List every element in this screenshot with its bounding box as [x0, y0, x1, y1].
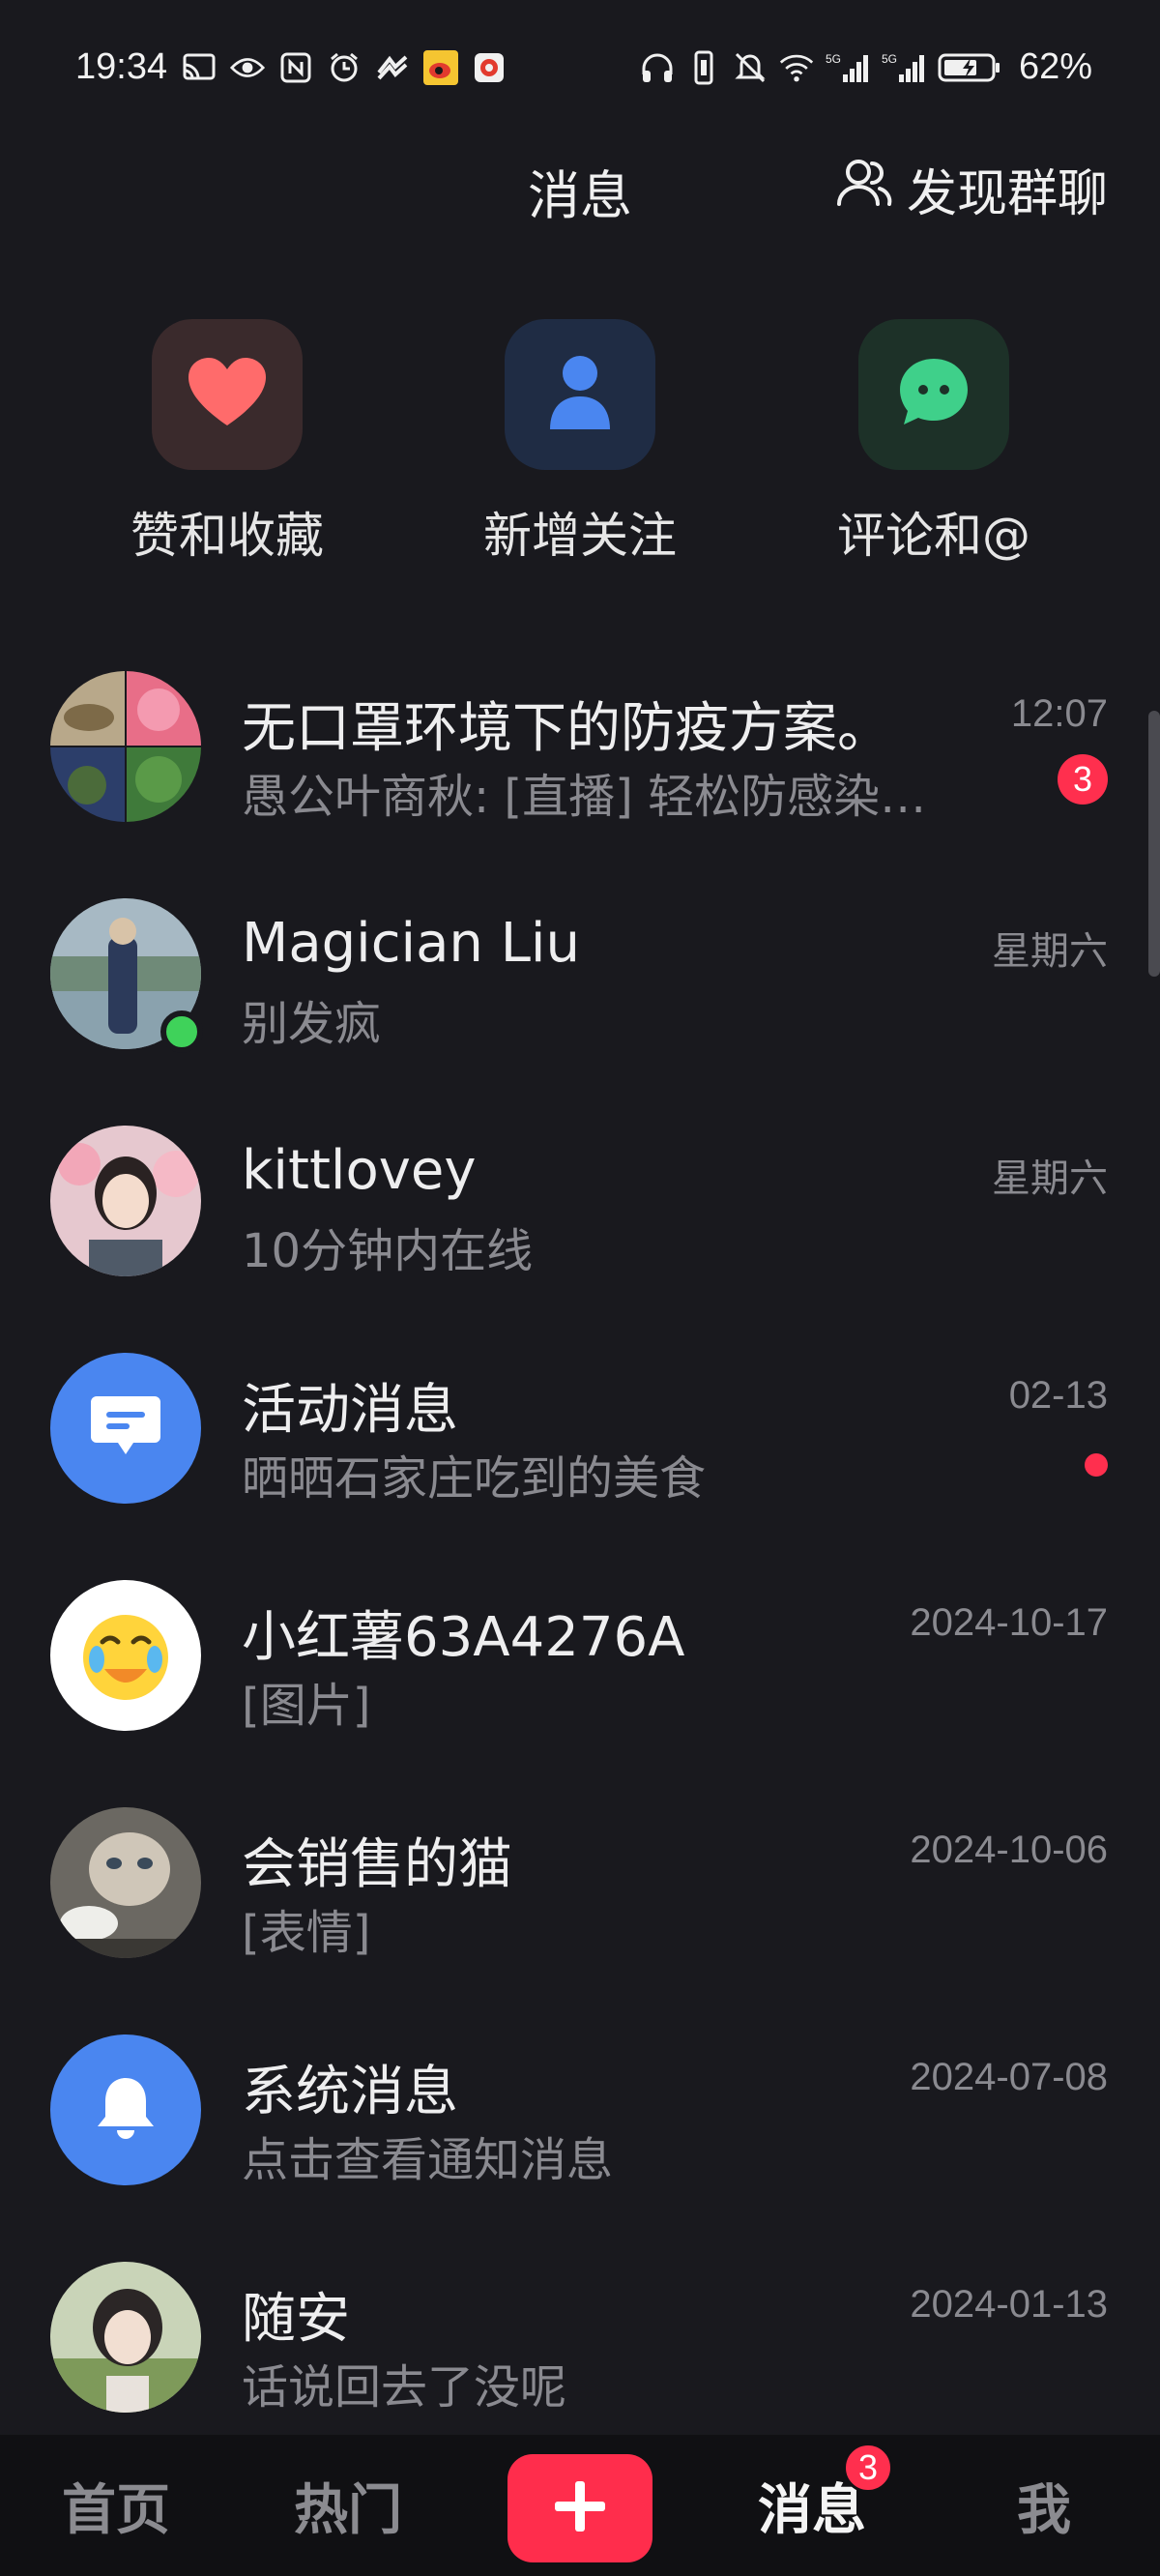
users-icon: [835, 158, 893, 220]
tab-hot[interactable]: 热门: [271, 2435, 425, 2576]
wifi-icon: [779, 50, 814, 85]
conversation-time: 2024-07-08: [910, 2056, 1108, 2098]
conversation-time: 2024-01-13: [910, 2283, 1108, 2326]
tab-me[interactable]: 我: [967, 2435, 1121, 2576]
group-avatar: [50, 671, 201, 822]
likes-favorites-label: 赞和收藏: [130, 508, 324, 564]
conversation-name: 系统消息: [242, 2061, 458, 2123]
conversation-preview: 愚公叶商秋: [直播] 轻松防感染…: [242, 770, 927, 824]
conversation-time: 星期六: [992, 1157, 1108, 1200]
user-avatar: [50, 1807, 201, 1958]
user-avatar: [50, 1126, 201, 1276]
app-icon: [472, 50, 507, 85]
conversation-row[interactable]: 随安 话说回去了没呢 2024-01-13: [0, 2240, 1160, 2468]
weibo-icon: [423, 50, 458, 85]
conversation-preview: 晒晒石家庄吃到的美食: [242, 1451, 707, 1506]
conversation-name: 无口罩环境下的防疫方案。: [242, 697, 891, 760]
conversation-time: 02-13: [1008, 1374, 1108, 1417]
scrollbar[interactable]: [1148, 711, 1160, 977]
followers-tile: [505, 319, 655, 470]
status-right-icons: 5G 5G 62%: [640, 46, 1092, 88]
headphones-icon: [640, 50, 675, 85]
user-avatar: [50, 1580, 201, 1731]
conversation-time: 星期六: [992, 930, 1108, 973]
svg-text:5G: 5G: [882, 52, 897, 66]
conversation-name: kittlovey: [242, 1139, 477, 1202]
eye-icon: [230, 50, 265, 85]
conversation-preview: 10分钟内在线: [242, 1224, 534, 1278]
status-bar: 19:34 5G 5G 62%: [0, 0, 1160, 126]
conversation-row[interactable]: 活动消息 晒晒石家庄吃到的美食 02-13: [0, 1332, 1160, 1559]
user-avatar: [50, 2262, 201, 2413]
messages-badge: 3: [843, 2443, 893, 2493]
conversation-name: Magician Liu: [242, 912, 580, 975]
signal-5g-icon: 5G: [882, 50, 926, 85]
cast-icon: [182, 50, 217, 85]
alarm-icon: [327, 50, 362, 85]
bell-icon: [96, 2074, 156, 2146]
new-followers-button[interactable]: 新增关注: [454, 319, 706, 567]
conversation-preview: 别发疯: [242, 997, 382, 1051]
conversation-row[interactable]: Magician Liu 别发疯 星期六: [0, 877, 1160, 1104]
conversation-time: 12:07: [1010, 692, 1108, 735]
message-icon: [89, 1392, 162, 1464]
likes-favorites-button[interactable]: 赞和收藏: [102, 319, 353, 567]
status-time: 19:34: [75, 46, 168, 87]
likes-tile: [152, 319, 303, 470]
conversation-time: 2024-10-17: [910, 1601, 1108, 1644]
comments-mentions-label: 评论和@: [837, 508, 1030, 564]
bottom-tab-bar: 首页 热门 消息 3 我: [0, 2435, 1160, 2576]
online-indicator: [160, 1010, 203, 1053]
conversation-row[interactable]: 系统消息 点击查看通知消息 2024-07-08: [0, 2013, 1160, 2240]
discover-groups-label: 发现群聊: [906, 165, 1108, 223]
system-avatar: [50, 2034, 201, 2185]
conversation-row[interactable]: 小红薯63A4276A [图片] 2024-10-17: [0, 1559, 1160, 1786]
conversation-preview: 点击查看通知消息: [242, 2133, 614, 2187]
quick-actions: 赞和收藏 新增关注 评论和@: [0, 319, 1160, 571]
conversation-time: 2024-10-06: [910, 1829, 1108, 1871]
vibrate-icon: [686, 50, 721, 85]
conversation-preview: [图片]: [242, 1679, 371, 1733]
person-icon: [546, 354, 614, 435]
status-left-icons: [182, 50, 507, 85]
signal-5g-icon: 5G: [826, 50, 870, 85]
conversation-preview: [表情]: [242, 1906, 371, 1960]
battery-icon: [938, 50, 1001, 85]
conversation-row[interactable]: kittlovey 10分钟内在线 星期六: [0, 1104, 1160, 1332]
plus-icon: [551, 2477, 609, 2539]
comments-mentions-button[interactable]: 评论和@: [808, 319, 1059, 567]
activity-avatar: [50, 1353, 201, 1504]
new-followers-label: 新增关注: [483, 508, 677, 564]
chat-bubble-icon: [896, 355, 972, 434]
unread-dot: [1085, 1453, 1108, 1477]
conversation-name: 会销售的猫: [242, 1833, 512, 1896]
unread-badge: 3: [1058, 754, 1108, 805]
tab-home[interactable]: 首页: [39, 2435, 193, 2576]
mute-icon: [733, 50, 768, 85]
conversation-name: 随安: [242, 2288, 350, 2351]
conversation-name: 活动消息: [242, 1379, 458, 1442]
heart-icon: [187, 356, 268, 433]
conversation-name: 小红薯63A4276A: [242, 1606, 685, 1669]
conversation-preview: 话说回去了没呢: [242, 2360, 567, 2415]
battery-percentage: 62%: [1018, 46, 1092, 87]
nfc-icon: [278, 50, 313, 85]
app-icon: [375, 50, 410, 85]
comments-tile: [858, 319, 1009, 470]
discover-groups-button[interactable]: 发现群聊: [835, 153, 1108, 225]
conversation-row[interactable]: 会销售的猫 [表情] 2024-10-06: [0, 1786, 1160, 2013]
post-button[interactable]: [508, 2454, 652, 2562]
conversation-row[interactable]: 无口罩环境下的防疫方案。 愚公叶商秋: [直播] 轻松防感染… 12:07 3: [0, 650, 1160, 877]
svg-text:5G: 5G: [826, 52, 841, 66]
